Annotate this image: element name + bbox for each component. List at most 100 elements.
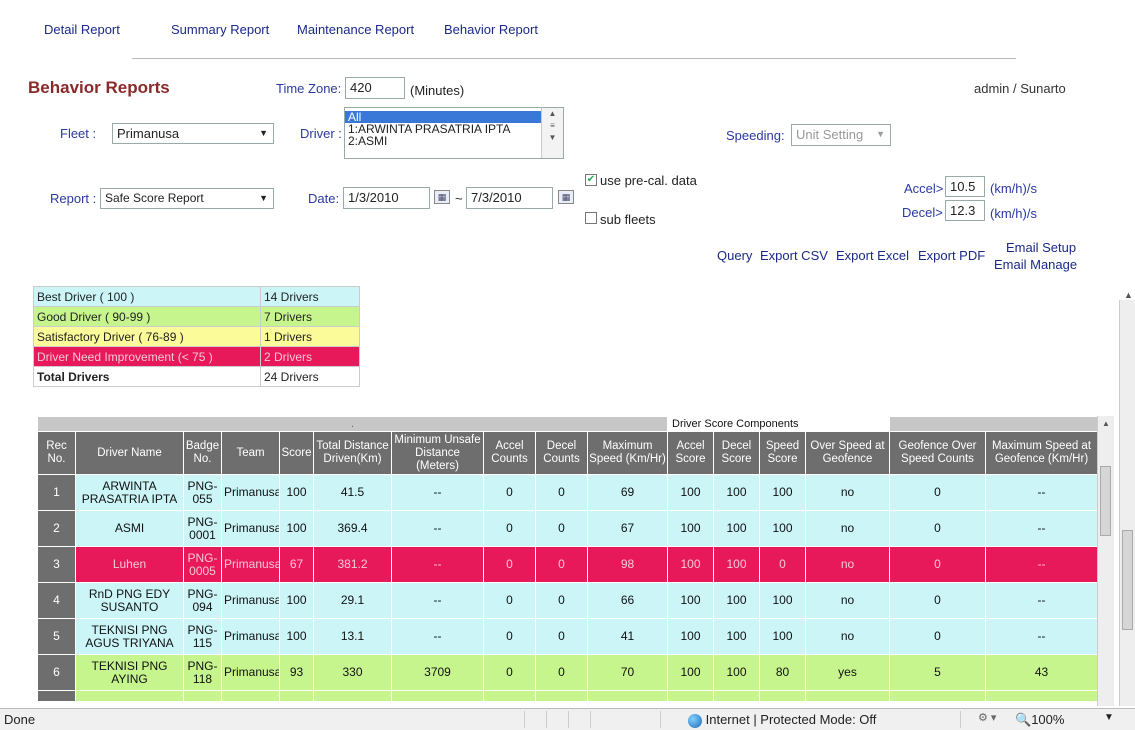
table-cell: no — [805, 618, 890, 655]
table-row[interactable] — [37, 690, 1097, 702]
column-header[interactable]: Over Speed at Geofence — [805, 431, 890, 475]
table-row[interactable]: 2 ASMI PNG-0001 Primanusa 100 369.4 -- 0 0 67 100 1… — [37, 510, 1097, 547]
table-cell: no — [805, 546, 890, 583]
export-excel-link[interactable]: Export Excel — [836, 248, 909, 263]
zoom-control[interactable]: 🔍100% — [1015, 712, 1064, 728]
table-cell: 67 — [279, 546, 314, 583]
table-cell: 5 — [37, 618, 76, 655]
timezone-input[interactable]: 420 — [345, 77, 405, 99]
column-header[interactable]: Minimum Unsafe Distance (Meters) — [391, 431, 484, 475]
driver-listbox[interactable]: All 1:ARWINTA PRASATRIA IPTA 2:ASMI ▲ ≡ ▼ — [344, 107, 564, 159]
table-cell — [279, 690, 314, 702]
timezone-unit: (Minutes) — [410, 83, 465, 98]
security-zone-text: Internet | Protected Mode: Off — [705, 712, 877, 727]
table-cell — [535, 690, 588, 702]
page-scroll-up-icon[interactable]: ▲ — [1124, 290, 1133, 300]
calendar-icon[interactable]: ▦ — [558, 190, 574, 204]
table-cell: 0 — [535, 474, 588, 511]
chevron-down-icon: ▼ — [259, 128, 268, 138]
fleet-label: Fleet : — [60, 126, 97, 141]
driver-option-2[interactable]: 2:ASMI — [345, 135, 563, 147]
nav-summary-report[interactable]: Summary Report — [171, 22, 269, 37]
table-row[interactable]: 3 Luhen PNG-0005 Primanusa 67 381.2 -- 0 0 98 100 1… — [37, 546, 1097, 583]
column-header[interactable]: Team — [221, 431, 280, 475]
grid-scrollbar[interactable]: ▲ — [1097, 416, 1114, 706]
grid-band-blank: . — [37, 416, 668, 432]
decel-input[interactable]: 12.3 — [945, 200, 985, 221]
report-value: Safe Score Report — [105, 191, 204, 205]
fleet-select[interactable]: Primanusa ▼ — [112, 123, 274, 144]
table-cell: 100 — [667, 510, 714, 547]
column-header[interactable]: Maximum Speed (Km/Hr) — [587, 431, 668, 475]
table-cell: 0 — [889, 546, 986, 583]
table-row[interactable]: 1 ARWINTA PRASATRIA IPTA PNG-055 Primanusa 1… — [37, 474, 1097, 511]
email-manage-link[interactable]: Email Manage — [994, 257, 1077, 272]
date-to-input[interactable]: 7/3/2010 — [466, 187, 553, 209]
table-cell: 100 — [713, 582, 760, 619]
driver-listbox-scrollbar[interactable]: ▲ ≡ ▼ — [541, 108, 563, 158]
column-header[interactable]: Decel Score — [713, 431, 760, 475]
table-cell: 100 — [667, 546, 714, 583]
user-info: admin / Sunarto — [974, 81, 1066, 96]
column-header[interactable]: Decel Counts — [535, 431, 588, 475]
zoom-dropdown-icon[interactable]: ▼ — [1104, 712, 1114, 723]
column-header[interactable]: Accel Counts — [483, 431, 536, 475]
table-cell: 381.2 — [313, 546, 392, 583]
page-scroll-thumb[interactable] — [1122, 530, 1133, 630]
legend-label: Good Driver ( 90-99 ) — [33, 306, 261, 327]
table-cell: 369.4 — [313, 510, 392, 547]
precal-checkbox[interactable]: ✔ — [585, 174, 597, 186]
column-header[interactable]: Geofence Over Speed Counts — [889, 431, 986, 475]
column-header[interactable]: Rec No. — [37, 431, 76, 475]
column-header[interactable]: Accel Score — [667, 431, 714, 475]
nav-detail-report[interactable]: Detail Report — [44, 22, 120, 37]
speeding-select[interactable]: Unit Setting ▼ — [791, 124, 891, 146]
table-cell — [391, 690, 484, 702]
table-cell: -- — [391, 546, 484, 583]
table-cell — [221, 690, 280, 702]
email-setup-link[interactable]: Email Setup — [1006, 240, 1076, 255]
column-header[interactable]: Score — [279, 431, 314, 475]
table-cell: 100 — [759, 474, 806, 511]
column-header[interactable]: Driver Name — [75, 431, 184, 475]
calendar-icon[interactable]: ▦ — [434, 190, 450, 204]
table-cell: TEKNISI PNG AYING — [75, 654, 184, 691]
export-pdf-link[interactable]: Export PDF — [918, 248, 985, 263]
table-cell: 3709 — [391, 654, 484, 691]
column-header[interactable]: Speed Score — [759, 431, 806, 475]
table-cell: 100 — [667, 474, 714, 511]
column-header[interactable]: Total Distance Driven(Km) — [313, 431, 392, 475]
column-header[interactable]: Badge No. — [183, 431, 222, 475]
column-header[interactable]: Maximum Speed at Geofence (Km/Hr) — [985, 431, 1097, 475]
legend-row: Good Driver ( 90-99 ) 7 Drivers — [33, 306, 360, 327]
table-row[interactable]: 4 RnD PNG EDY SUSANTO PNG-094 Primanusa 100 2… — [37, 582, 1097, 619]
accel-input[interactable]: 10.5 — [945, 176, 985, 197]
table-cell: 0 — [535, 546, 588, 583]
query-link[interactable]: Query — [717, 248, 752, 263]
accel-unit: (km/h)/s — [990, 181, 1037, 196]
protected-mode-icon[interactable]: ⚙ ▾ — [978, 711, 996, 724]
table-cell: ARWINTA PRASATRIA IPTA — [75, 474, 184, 511]
security-zone[interactable]: Internet | Protected Mode: Off — [688, 712, 876, 728]
export-csv-link[interactable]: Export CSV — [760, 248, 828, 263]
table-cell: no — [805, 474, 890, 511]
table-cell — [713, 690, 760, 702]
table-cell: -- — [985, 474, 1097, 511]
speeding-value: Unit Setting — [796, 127, 864, 142]
nav-behavior-report[interactable]: Behavior Report — [444, 22, 538, 37]
table-cell: 13.1 — [313, 618, 392, 655]
grid-scroll-thumb[interactable] — [1100, 466, 1111, 536]
table-cell: 4 — [37, 582, 76, 619]
nav-maintenance-report[interactable]: Maintenance Report — [297, 22, 414, 37]
table-cell — [587, 690, 668, 702]
report-select[interactable]: Safe Score Report ▼ — [100, 188, 274, 209]
table-row[interactable]: 5 TEKNISI PNG AGUS TRIYANA PNG-115 Primanus… — [37, 618, 1097, 655]
table-row[interactable]: 6 TEKNISI PNG AYING PNG-118 Primanusa 93 330 3… — [37, 654, 1097, 691]
scroll-up-icon[interactable]: ▲ — [1098, 419, 1114, 428]
decel-label: Decel> — [902, 205, 943, 220]
date-from-input[interactable]: 1/3/2010 — [343, 187, 430, 209]
table-cell: -- — [985, 510, 1097, 547]
page-scrollbar[interactable] — [1119, 300, 1135, 706]
table-cell: 29.1 — [313, 582, 392, 619]
subfleets-checkbox[interactable] — [585, 212, 597, 224]
